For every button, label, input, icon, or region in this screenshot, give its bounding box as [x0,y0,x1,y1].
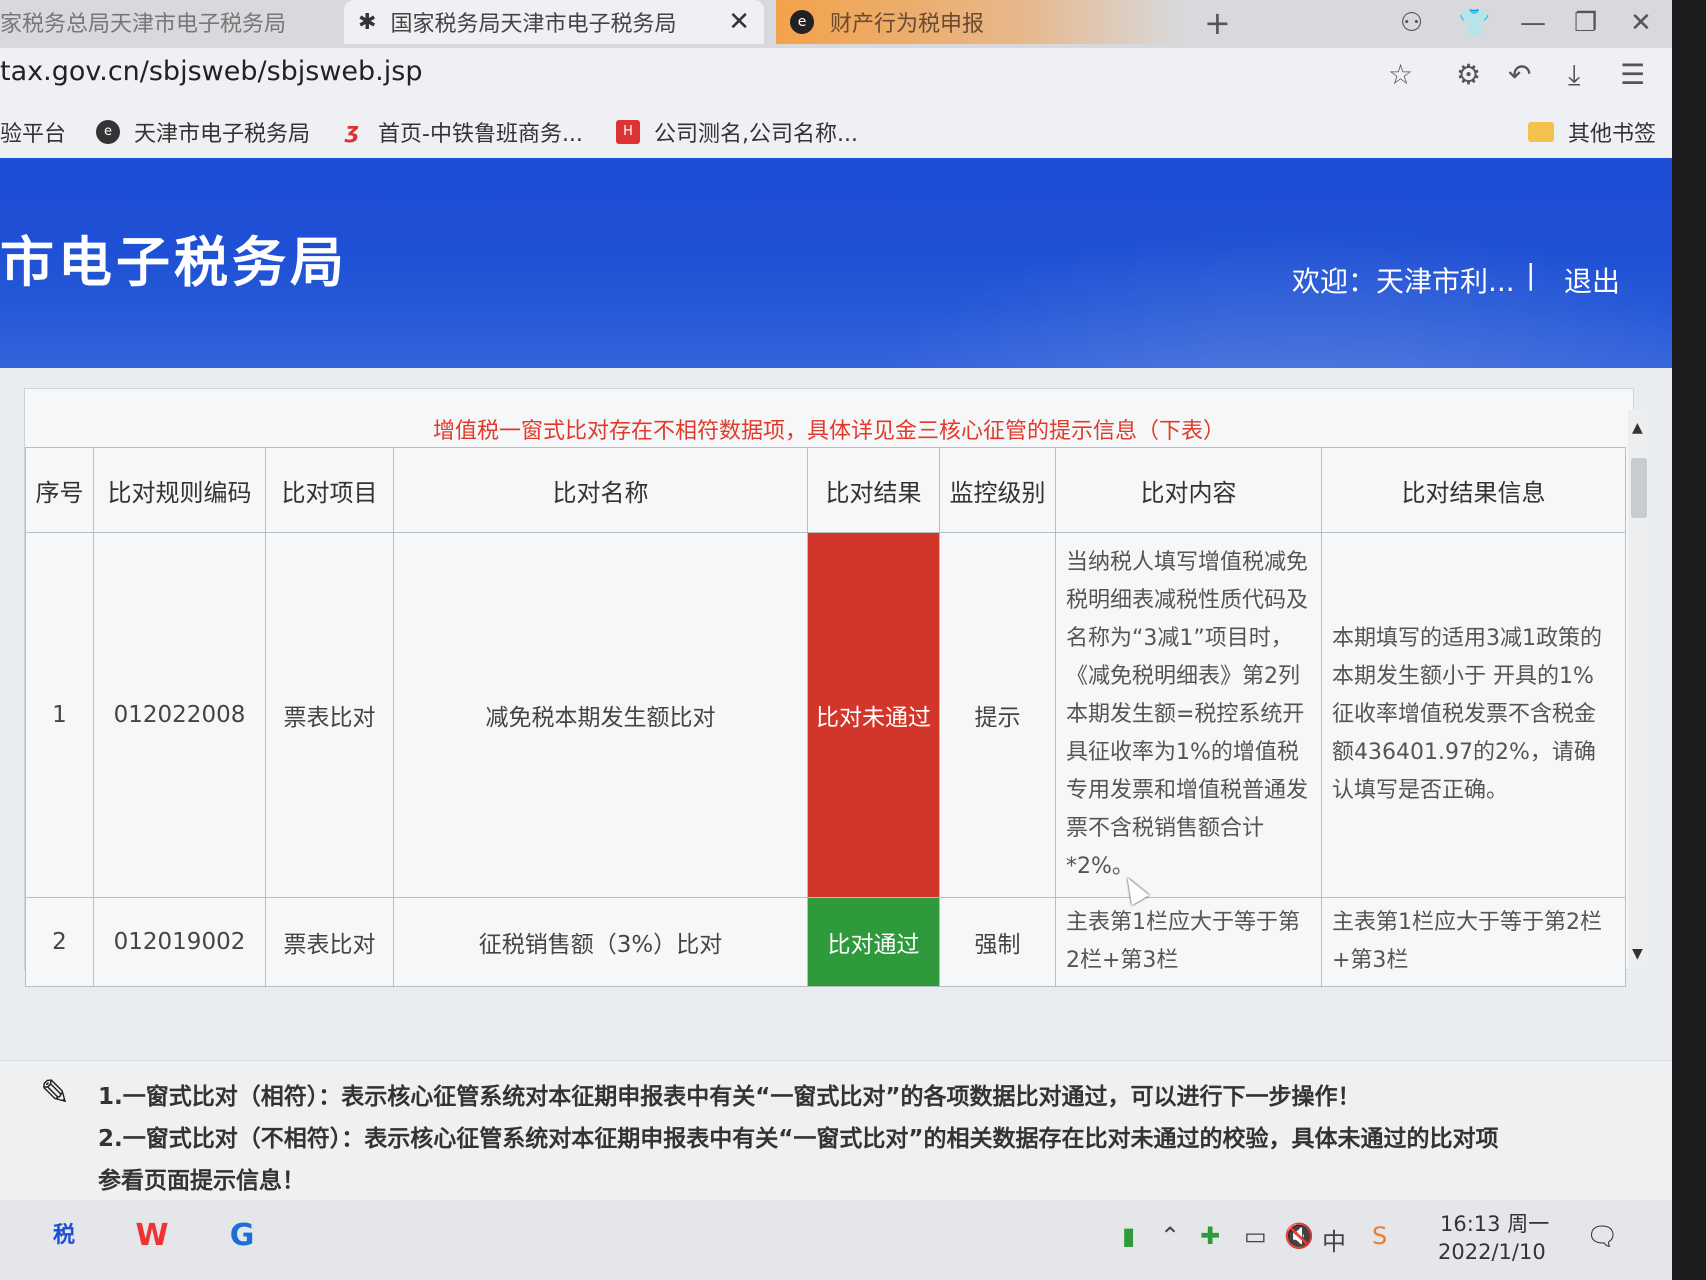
cell-message: 本期填写的适用3减1政策的本期发生额小于 开具的1%征收率增值税发票不含税金额4… [1321,532,1626,898]
comparison-panel: 增值税一窗式比对存在不相符数据项，具体详见金三核心征管的提示信息（下表） 序号 … [24,388,1634,987]
security-icon[interactable]: ✚ [1200,1222,1220,1250]
undo-icon[interactable]: ↶ [1508,58,1531,91]
tips-section: ✎ 1.一窗式比对（相符）：表示核心征管系统对本征期申报表中有关“一窗式比对”的… [0,1060,1672,1201]
browser-app-icon[interactable]: G [218,1212,266,1260]
bookmark-label: 首页-中铁鲁班商务... [378,122,583,147]
tab-tax-bureau-active[interactable]: ✱ 国家税务局天津市电子税务局 ✕ [344,0,764,44]
tax-app-icon[interactable]: 税 [40,1212,88,1260]
e-browser-icon: e [790,10,814,34]
folder-icon [1528,122,1554,142]
tip-mismatch: 2.一窗式比对（不相符）：表示核心征管系统对本征期申报表中有关“一窗式比对”的相… [98,1126,1499,1152]
comparison-table: 序号 比对规则编码 比对项目 比对名称 比对结果 监控级别 比对内容 比对结果信… [25,447,1626,987]
cell-message: 主表第1栏应大于等于第2栏+第3栏 [1321,897,1626,987]
tab-label: 国家税务局天津市电子税务局 [390,12,677,37]
bookmark-item[interactable]: H 公司测名,公司名称... [616,116,858,148]
sogou-icon[interactable]: S [1372,1222,1387,1250]
col-header-name: 比对名称 [393,447,808,533]
window-close-icon[interactable]: ✕ [1630,8,1652,38]
star-icon[interactable]: ☆ [1388,58,1413,91]
table-scrollbar[interactable]: ▲ ▼ [1628,410,1650,970]
cell-code: 012019002 [93,897,266,987]
e-browser-icon: e [96,120,120,144]
bookmark-item[interactable]: ʒ 首页-中铁鲁班商务... [340,116,583,148]
bookmark-item[interactable]: e 天津市电子税务局 [96,116,310,148]
cell-code: 012022008 [93,532,266,898]
tax-logo-icon: ✱ [358,9,377,35]
new-tab-button[interactable]: + [1204,4,1231,42]
bookmark-label: 验平台 [0,122,67,147]
tab-property-tax[interactable]: e 财产行为税申报 [776,0,1180,44]
restore-icon[interactable]: ❐ [1574,8,1597,38]
cell-level: 提示 [939,532,1056,898]
bookmarks-bar: 验平台 e 天津市电子税务局 ʒ 首页-中铁鲁班商务... H 公司测名,公司名… [0,100,1672,159]
volume-muted-icon[interactable]: 🔇 [1284,1222,1314,1250]
incognito-icon[interactable]: ⚇ [1400,8,1423,38]
tab-tax-bureau-1[interactable]: 家税务总局天津市电子税务局 [0,0,330,44]
bookmark-label: 天津市电子税务局 [134,122,311,147]
col-header-item: 比对项目 [265,447,394,533]
site-title: 市电子税务局 [0,231,348,294]
welcome-text: 欢迎：天津市利... [1292,265,1515,298]
clock-date[interactable]: 2022/1/10 [1438,1240,1546,1264]
cell-content: 主表第1栏应大于等于第2栏+第3栏 [1055,897,1322,987]
table-row: 2 012019002 票表比对 征税销售额（3%）比对 比对通过 强制 主表第… [25,897,1626,987]
site-header: 市电子税务局 欢迎：天津市利... | 退出 [0,158,1672,368]
cell-no: 2 [25,897,94,987]
close-icon[interactable]: ✕ [728,7,750,37]
logout-link[interactable]: 退出 [1564,260,1620,300]
notification-icon[interactable]: 🗨 [1586,1222,1619,1252]
address-bar: tax.gov.cn/sbjsweb/sbjsweb.jsp ☆ ⚙ ↶ ⤓ ☰ [0,48,1672,100]
cell-name: 征税销售额（3%）比对 [393,897,808,987]
separator: | [1526,258,1536,291]
scroll-down-icon[interactable]: ▼ [1632,946,1643,962]
zhongtie-icon: ʒ [344,119,360,144]
tab-bar: 家税务总局天津市电子税务局 ✱ 国家税务局天津市电子税务局 ✕ e 财产行为税申… [0,0,1672,48]
screen: 家税务总局天津市电子税务局 ✱ 国家税务局天津市电子税务局 ✕ e 财产行为税申… [0,0,1672,1280]
col-header-level: 监控级别 [939,447,1056,533]
result-pass-badge: 比对通过 [807,897,940,987]
clock-time[interactable]: 16:13 周一 [1440,1208,1549,1238]
result-fail-badge: 比对未通过 [807,532,940,898]
cell-content: 当纳税人填写增值税减免税明细表减税性质代码及名称为“3减1”项目时，《减免税明细… [1055,532,1322,898]
table-row: 1 012022008 票表比对 减免税本期发生额比对 比对未通过 提示 当纳税… [25,532,1626,898]
cell-item: 票表比对 [265,897,394,987]
col-header-code: 比对规则编码 [93,447,266,533]
col-header-no: 序号 [25,447,94,533]
cell-level: 强制 [939,897,1056,987]
scroll-thumb[interactable] [1631,458,1647,518]
extension-icon[interactable]: ⚙ [1456,58,1481,91]
taskbar: 税 W G ▮ ⌃ ✚ ▭ 🔇 中 S 16:13 周一 2022/1/10 🗨 [0,1200,1672,1280]
col-header-content: 比对内容 [1055,447,1322,533]
tab-label: 财产行为税申报 [830,12,985,37]
chevron-up-icon[interactable]: ⌃ [1160,1222,1180,1250]
cell-item: 票表比对 [265,532,394,898]
mismatch-notice: 增值税一窗式比对存在不相符数据项，具体详见金三核心征管的提示信息（下表） [432,419,1225,444]
red-square-icon: H [616,120,640,144]
tip-match: 1.一窗式比对（相符）：表示核心征管系统对本征期申报表中有关“一窗式比对”的各项… [98,1084,1361,1110]
download-icon[interactable]: ⤓ [1568,58,1580,92]
battery-icon[interactable]: ▮ [1122,1222,1135,1250]
scroll-up-icon[interactable]: ▲ [1632,420,1643,436]
ime-indicator[interactable]: 中 [1322,1222,1346,1257]
header-background-art [860,218,1672,368]
cell-name: 减免税本期发生额比对 [393,532,808,898]
url-field[interactable]: tax.gov.cn/sbjsweb/sbjsweb.jsp [0,56,422,87]
col-header-message: 比对结果信息 [1321,447,1626,533]
network-icon[interactable]: ▭ [1244,1222,1267,1250]
col-header-result: 比对结果 [807,447,940,533]
other-bookmarks[interactable]: 其他书签 [1528,116,1656,148]
tip-mismatch-cont: 参看页面提示信息！ [98,1168,305,1194]
wps-icon[interactable]: W [128,1212,176,1260]
minimize-icon[interactable]: — [1520,8,1546,38]
tab-label: 家税务总局天津市电子税务局 [0,12,287,37]
shirt-icon[interactable]: 👕 [1458,8,1490,38]
menu-icon[interactable]: ☰ [1620,58,1645,91]
bookmark-item[interactable]: 验平台 [0,116,66,148]
cell-no: 1 [25,532,94,898]
bookmark-label: 其他书签 [1568,122,1657,147]
bookmark-label: 公司测名,公司名称... [654,122,858,147]
table-header-row: 序号 比对规则编码 比对项目 比对名称 比对结果 监控级别 比对内容 比对结果信… [25,447,1626,533]
pencil-icon: ✎ [40,1073,71,1114]
